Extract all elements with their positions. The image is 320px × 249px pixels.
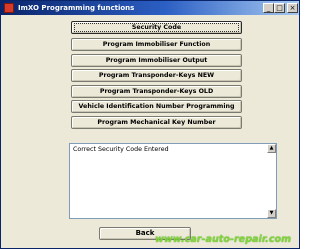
scroll-down-icon[interactable]: ▼ bbox=[267, 209, 276, 218]
maximize-icon[interactable]: □ bbox=[274, 3, 285, 13]
scroll-up-icon[interactable]: ▲ bbox=[267, 144, 276, 153]
security-code-button[interactable]: Security Code bbox=[71, 21, 242, 34]
program-mechanical-key-number-button[interactable]: Program Mechanical Key Number bbox=[71, 116, 242, 129]
app-icon bbox=[4, 3, 14, 13]
title-bar[interactable]: ImXO Programming functions _ □ × bbox=[1, 1, 299, 15]
watermark-text: www.car-auto-repair.com bbox=[155, 234, 292, 245]
program-transponder-keys-new-button[interactable]: Program Transponder-Keys NEW bbox=[71, 69, 242, 82]
security-code-label: Security Code bbox=[131, 24, 182, 31]
close-icon[interactable]: × bbox=[287, 3, 298, 13]
status-textarea[interactable]: Correct Security Code Entered ▲ ▼ bbox=[69, 143, 277, 219]
programming-functions-window: ImXO Programming functions _ □ × Securit… bbox=[0, 0, 300, 249]
program-immobiliser-function-button[interactable]: Program Immobiliser Function bbox=[71, 38, 242, 51]
vin-programming-button[interactable]: Vehicle Identification Number Programmin… bbox=[71, 100, 242, 113]
program-transponder-keys-old-button[interactable]: Program Transponder-Keys OLD bbox=[71, 85, 242, 98]
status-message: Correct Security Code Entered bbox=[73, 146, 169, 153]
minimize-icon[interactable]: _ bbox=[263, 3, 274, 13]
program-immobiliser-output-button[interactable]: Program Immobiliser Output bbox=[71, 54, 242, 67]
window-title: ImXO Programming functions bbox=[18, 4, 135, 12]
